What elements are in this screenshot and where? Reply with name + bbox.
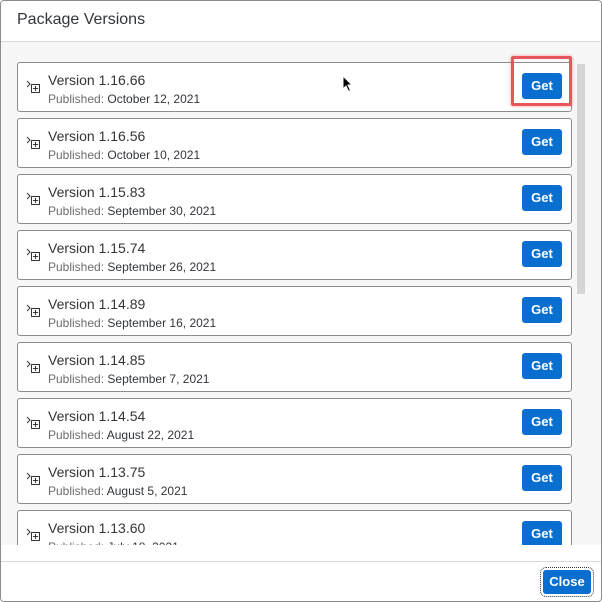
published-date: September 26, 2021: [107, 260, 217, 274]
expand-package-icon[interactable]: [26, 360, 40, 374]
dialog-title: Package Versions: [17, 11, 146, 28]
published-date: September 16, 2021: [107, 316, 217, 330]
published-info: Published: October 12, 2021: [48, 92, 200, 106]
published-label: Published:: [48, 204, 105, 218]
version-list: Version 1.16.66 Published: October 12, 2…: [17, 62, 575, 545]
expand-package-icon[interactable]: [26, 304, 40, 318]
close-button[interactable]: Close: [540, 567, 594, 597]
published-label: Published:: [48, 540, 104, 545]
get-button[interactable]: Get: [522, 465, 562, 491]
get-button[interactable]: Get: [522, 241, 562, 267]
expand-package-icon[interactable]: [26, 80, 40, 94]
published-label: Published:: [48, 148, 105, 162]
dialog-header: Package Versions: [1, 1, 601, 42]
version-title: Version 1.13.60: [48, 520, 146, 536]
expand-package-icon[interactable]: [26, 472, 40, 486]
scrollbar-thumb[interactable]: [577, 64, 585, 294]
version-title: Version 1.15.74: [48, 240, 146, 256]
published-date: September 30, 2021: [107, 204, 217, 218]
version-list-item[interactable]: Version 1.15.74 Published: September 26,…: [17, 230, 572, 280]
published-date: August 22, 2021: [106, 428, 195, 442]
get-button[interactable]: Get: [522, 297, 562, 323]
expand-package-icon[interactable]: [26, 192, 40, 206]
mouse-pointer-icon: [342, 75, 354, 93]
version-title: Version 1.16.56: [48, 128, 146, 144]
version-title: Version 1.14.54: [48, 408, 146, 424]
version-list-item[interactable]: Version 1.16.56 Published: October 10, 2…: [17, 118, 572, 168]
version-list-item[interactable]: Version 1.14.89 Published: September 16,…: [17, 286, 572, 336]
get-button[interactable]: Get: [522, 521, 562, 545]
get-button[interactable]: Get: [522, 129, 562, 155]
published-info: Published: October 10, 2021: [48, 148, 200, 162]
published-date: October 10, 2021: [107, 148, 201, 162]
version-title: Version 1.16.66: [48, 72, 146, 88]
published-label: Published:: [48, 260, 105, 274]
version-title: Version 1.14.89: [48, 296, 146, 312]
published-date: September 7, 2021: [107, 372, 210, 386]
highlight-box: [511, 56, 572, 106]
version-list-item[interactable]: Version 1.14.85 Published: September 7, …: [17, 342, 572, 392]
version-title: Version 1.13.75: [48, 464, 146, 480]
published-info: Published: September 16, 2021: [48, 316, 216, 330]
published-date: October 12, 2021: [107, 92, 201, 106]
version-list-item[interactable]: Version 1.15.83 Published: September 30,…: [17, 174, 572, 224]
published-info: Published: September 7, 2021: [48, 372, 209, 386]
version-title: Version 1.15.83: [48, 184, 146, 200]
expand-package-icon[interactable]: [26, 416, 40, 430]
expand-package-icon[interactable]: [26, 136, 40, 150]
published-date: August 5, 2021: [106, 484, 188, 498]
get-button[interactable]: Get: [522, 409, 562, 435]
published-label: Published:: [48, 316, 105, 330]
published-label: Published:: [48, 92, 105, 106]
published-label: Published:: [48, 484, 105, 498]
get-button[interactable]: Get: [522, 353, 562, 379]
published-info: Published: July 18, 2021: [48, 540, 179, 545]
version-list-item[interactable]: Version 1.13.60 Published: July 18, 2021…: [17, 510, 572, 545]
published-info: Published: September 30, 2021: [48, 204, 216, 218]
get-button[interactable]: Get: [522, 185, 562, 211]
published-label: Published:: [48, 428, 105, 442]
package-versions-dialog: Package Versions Version 1.16.66 Publish…: [0, 0, 602, 602]
published-label: Published:: [48, 372, 105, 386]
published-info: Published: August 22, 2021: [48, 428, 194, 442]
published-info: Published: August 5, 2021: [48, 484, 187, 498]
expand-package-icon[interactable]: [26, 528, 40, 542]
published-date: July 18, 2021: [107, 540, 178, 545]
dialog-footer: Close: [1, 561, 601, 601]
expand-package-icon[interactable]: [26, 248, 40, 262]
published-info: Published: September 26, 2021: [48, 260, 216, 274]
version-list-item[interactable]: Version 1.13.75 Published: August 5, 202…: [17, 454, 572, 504]
version-list-item[interactable]: Version 1.16.66 Published: October 12, 2…: [17, 62, 572, 112]
dialog-body[interactable]: Version 1.16.66 Published: October 12, 2…: [1, 42, 601, 545]
version-title: Version 1.14.85: [48, 352, 146, 368]
version-list-item[interactable]: Version 1.14.54 Published: August 22, 20…: [17, 398, 572, 448]
